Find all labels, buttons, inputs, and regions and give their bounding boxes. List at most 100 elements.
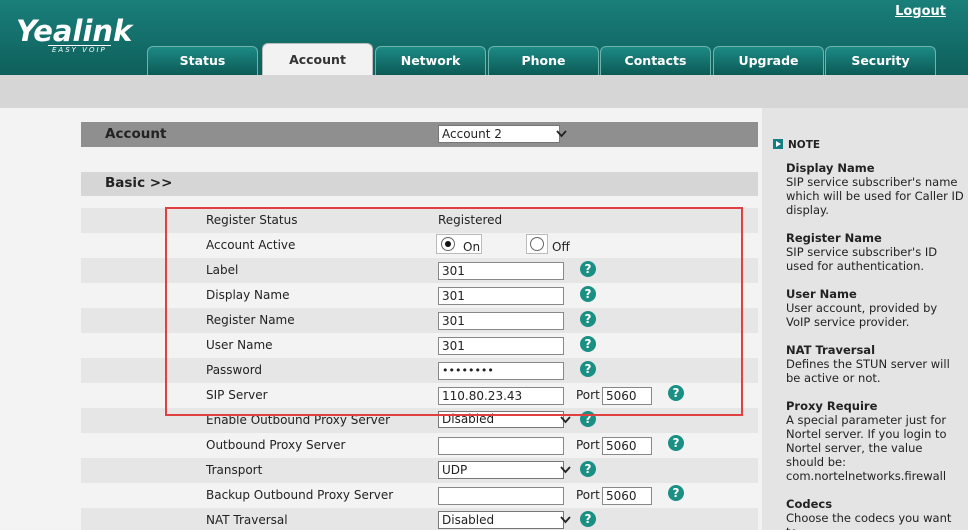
- basic-section-bar[interactable]: Basic >>: [81, 172, 758, 196]
- note-item-text: SIP service subscriber's name which will…: [786, 175, 964, 217]
- register-name-label: Register Name: [206, 313, 295, 327]
- nat-traversal-row: NAT Traversal Disabled ?: [81, 508, 758, 530]
- backup-outbound-proxy-port-input[interactable]: 5060: [602, 487, 652, 505]
- tab-security[interactable]: Security: [825, 46, 936, 75]
- user-name-input[interactable]: 301: [438, 337, 564, 355]
- label-row: Label 301 ?: [81, 258, 758, 283]
- account-active-row: Account Active On Off: [81, 233, 758, 258]
- tab-network[interactable]: Network: [375, 46, 486, 75]
- account-active-off-label: Off: [552, 240, 570, 254]
- note-arrow-icon: [773, 139, 783, 149]
- nat-traversal-select[interactable]: Disabled: [438, 511, 571, 529]
- password-row: Password •••••••• ?: [81, 358, 758, 383]
- display-name-label: Display Name: [206, 288, 290, 302]
- note-panel: NOTE Display Name SIP service subscriber…: [762, 108, 968, 530]
- logout-link[interactable]: Logout: [895, 4, 946, 19]
- note-item-text: Choose the codecs you want to: [786, 511, 952, 530]
- brand-logo: Yealink: [16, 14, 133, 48]
- help-icon[interactable]: ?: [580, 311, 596, 327]
- register-name-input[interactable]: 301: [438, 312, 564, 330]
- sip-server-port-input[interactable]: 5060: [602, 387, 652, 405]
- tab-phone[interactable]: Phone: [488, 46, 599, 75]
- nat-traversal-value: Disabled: [442, 513, 495, 527]
- note-item-title: Codecs: [786, 497, 833, 511]
- enable-outbound-proxy-label: Enable Outbound Proxy Server: [206, 413, 391, 427]
- help-icon[interactable]: ?: [580, 511, 596, 527]
- note-item-text: Defines the STUN server will be active o…: [786, 357, 950, 385]
- tab-account[interactable]: Account: [262, 43, 373, 75]
- help-icon[interactable]: ?: [580, 286, 596, 302]
- backup-outbound-proxy-input[interactable]: [438, 487, 564, 505]
- user-name-row: User Name 301 ?: [81, 333, 758, 358]
- outbound-proxy-input[interactable]: [438, 437, 564, 455]
- help-icon[interactable]: ?: [580, 461, 596, 477]
- basic-section-heading: Basic >>: [105, 175, 173, 191]
- note-item-text: SIP service subscriber's ID used for aut…: [786, 245, 938, 273]
- account-heading: Account: [105, 126, 167, 142]
- tab-status[interactable]: Status: [147, 46, 258, 75]
- sip-server-port-label: Port: [576, 388, 600, 402]
- sip-server-input[interactable]: 110.80.23.43: [438, 387, 564, 405]
- register-status-value: Registered: [438, 213, 503, 227]
- help-icon[interactable]: ?: [580, 261, 596, 277]
- note-heading: NOTE: [773, 139, 820, 151]
- tab-upgrade[interactable]: Upgrade: [713, 46, 824, 75]
- enable-outbound-proxy-select[interactable]: Disabled: [438, 411, 571, 428]
- note-item-title: Display Name: [786, 161, 875, 175]
- transport-row: Transport UDP ?: [81, 458, 758, 483]
- top-header: Yealink EASY VOIP Logout Status Account …: [0, 0, 968, 75]
- user-name-label: User Name: [206, 338, 273, 352]
- note-item: NAT Traversal Defines the STUN server wi…: [786, 343, 964, 385]
- note-heading-text: NOTE: [788, 139, 821, 151]
- label-field-label: Label: [206, 263, 239, 277]
- transport-value: UDP: [442, 463, 468, 477]
- note-item-text: A special parameter just for Nortel serv…: [786, 413, 947, 483]
- help-icon[interactable]: ?: [580, 361, 596, 377]
- enable-outbound-proxy-row: Enable Outbound Proxy Server Disabled ?: [81, 408, 758, 433]
- backup-outbound-proxy-label: Backup Outbound Proxy Server: [206, 488, 394, 502]
- register-status-row: Register Status Registered: [81, 208, 758, 233]
- note-item: Codecs Choose the codecs you want to: [786, 497, 964, 530]
- password-label: Password: [206, 363, 263, 377]
- label-input[interactable]: 301: [438, 262, 564, 280]
- backup-outbound-proxy-port-label: Port: [576, 488, 600, 502]
- enable-outbound-proxy-value: Disabled: [442, 412, 495, 426]
- note-item-title: NAT Traversal: [786, 343, 876, 357]
- password-input[interactable]: ••••••••: [438, 362, 564, 380]
- account-active-on-radio[interactable]: [441, 237, 455, 251]
- outbound-proxy-label: Outbound Proxy Server: [206, 438, 346, 452]
- note-item-title: Proxy Require: [786, 399, 878, 413]
- sip-server-label: SIP Server: [206, 388, 268, 402]
- register-status-label: Register Status: [206, 213, 298, 227]
- note-item-text: User account, provided by VoIP service p…: [786, 301, 938, 329]
- account-select[interactable]: Account 2: [438, 125, 567, 143]
- help-icon[interactable]: ?: [580, 336, 596, 352]
- tab-contacts[interactable]: Contacts: [600, 46, 711, 75]
- nat-traversal-label: NAT Traversal: [206, 513, 288, 527]
- note-item: User Name User account, provided by VoIP…: [786, 287, 964, 329]
- help-icon[interactable]: ?: [668, 485, 684, 501]
- sub-navigation-bar: [0, 75, 968, 108]
- note-item-title: Register Name: [786, 231, 882, 245]
- transport-label: Transport: [206, 463, 263, 477]
- brand-tagline: EASY VOIP: [48, 45, 111, 54]
- outbound-proxy-port-label: Port: [576, 438, 600, 452]
- outbound-proxy-row: Outbound Proxy Server Port 5060 ?: [81, 433, 758, 458]
- sip-server-row: SIP Server 110.80.23.43 Port 5060 ?: [81, 383, 758, 408]
- account-active-off-box: [526, 234, 548, 254]
- register-name-row: Register Name 301 ?: [81, 308, 758, 333]
- backup-outbound-proxy-row: Backup Outbound Proxy Server Port 5060 ?: [81, 483, 758, 508]
- help-icon[interactable]: ?: [668, 385, 684, 401]
- note-item: Display Name SIP service subscriber's na…: [786, 161, 964, 217]
- account-active-off-radio[interactable]: [530, 237, 544, 251]
- help-icon[interactable]: ?: [668, 435, 684, 451]
- outbound-proxy-port-input[interactable]: 5060: [602, 437, 652, 455]
- note-item-title: User Name: [786, 287, 857, 301]
- account-active-label: Account Active: [206, 238, 296, 252]
- account-select-value: Account 2: [442, 127, 502, 141]
- note-item: Proxy Require A special parameter just f…: [786, 399, 964, 483]
- help-icon[interactable]: ?: [580, 411, 596, 427]
- transport-select[interactable]: UDP: [438, 461, 571, 479]
- account-selector-bar: Account Account 2: [81, 122, 758, 147]
- display-name-input[interactable]: 301: [438, 287, 564, 305]
